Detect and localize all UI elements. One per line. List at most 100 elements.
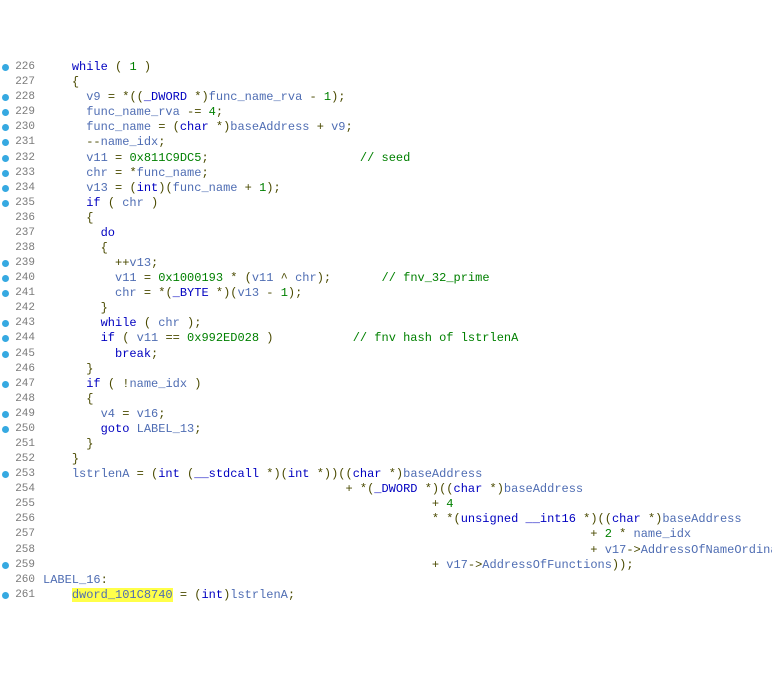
code-content[interactable]: dword_101C8740 = (int)lstrlenA; xyxy=(37,588,295,603)
code-content[interactable]: chr = *func_name; xyxy=(37,166,209,181)
breakpoint-gutter[interactable] xyxy=(0,200,11,207)
code-content[interactable]: ++v13; xyxy=(37,256,158,271)
code-content[interactable]: while ( chr ); xyxy=(37,316,201,331)
code-content[interactable]: + 4 xyxy=(37,497,453,512)
code-content[interactable]: LABEL_16: xyxy=(37,573,108,588)
breakpoint-gutter[interactable] xyxy=(0,185,11,192)
code-content[interactable]: --name_idx; xyxy=(37,135,165,150)
code-line[interactable]: 252 } xyxy=(0,452,772,467)
code-content[interactable]: v11 = 0x1000193 * (v11 ^ chr); // fnv_32… xyxy=(37,271,490,286)
code-line[interactable]: 237 do xyxy=(0,226,772,241)
code-line[interactable]: 228 v9 = *((_DWORD *)func_name_rva - 1); xyxy=(0,90,772,105)
code-line[interactable]: 256 * *(unsigned __int16 *)((char *)base… xyxy=(0,512,772,527)
code-line[interactable]: 251 } xyxy=(0,437,772,452)
code-content[interactable]: } xyxy=(37,452,79,467)
code-content[interactable]: + v17->AddressOfFunctions)); xyxy=(37,558,634,573)
code-content[interactable]: chr = *(_BYTE *)(v13 - 1); xyxy=(37,286,302,301)
code-content[interactable]: if ( !name_idx ) xyxy=(37,377,201,392)
code-content[interactable]: { xyxy=(37,241,108,256)
code-line[interactable]: 241 chr = *(_BYTE *)(v13 - 1); xyxy=(0,286,772,301)
code-content[interactable]: v13 = (int)(func_name + 1); xyxy=(37,181,281,196)
code-content[interactable]: { xyxy=(37,211,93,226)
code-content[interactable]: + *(_DWORD *)((char *)baseAddress xyxy=(37,482,583,497)
breakpoint-gutter[interactable] xyxy=(0,109,11,116)
code-line[interactable]: 229 func_name_rva -= 4; xyxy=(0,105,772,120)
code-line[interactable]: 240 v11 = 0x1000193 * (v11 ^ chr); // fn… xyxy=(0,271,772,286)
code-line[interactable]: 226 while ( 1 ) xyxy=(0,60,772,75)
code-content[interactable]: goto LABEL_13; xyxy=(37,422,201,437)
breakpoint-gutter[interactable] xyxy=(0,335,11,342)
code-line[interactable]: 242 } xyxy=(0,301,772,316)
breakpoint-gutter[interactable] xyxy=(0,351,11,358)
code-line[interactable]: 254 + *(_DWORD *)((char *)baseAddress xyxy=(0,482,772,497)
breakpoint-gutter[interactable] xyxy=(0,471,11,478)
code-content[interactable]: } xyxy=(37,362,93,377)
breakpoint-gutter[interactable] xyxy=(0,411,11,418)
breakpoint-gutter[interactable] xyxy=(0,170,11,177)
code-line[interactable]: 227 { xyxy=(0,75,772,90)
code-editor[interactable]: 226 while ( 1 )227 {228 v9 = *((_DWORD *… xyxy=(0,60,772,604)
breakpoint-gutter[interactable] xyxy=(0,562,11,569)
breakpoint-gutter[interactable] xyxy=(0,155,11,162)
code-content[interactable]: } xyxy=(37,437,93,452)
line-number: 254 xyxy=(11,482,37,497)
token: int xyxy=(288,467,310,481)
code-line[interactable]: 245 break; xyxy=(0,346,772,361)
code-content[interactable]: } xyxy=(37,301,108,316)
code-content[interactable]: { xyxy=(37,75,79,90)
code-line[interactable]: 257 + 2 * name_idx xyxy=(0,527,772,542)
code-line[interactable]: 232 v11 = 0x811C9DC5; // seed xyxy=(0,150,772,165)
token xyxy=(101,196,108,210)
code-line[interactable]: 231 --name_idx; xyxy=(0,135,772,150)
breakpoint-gutter[interactable] xyxy=(0,426,11,433)
code-content[interactable]: v4 = v16; xyxy=(37,407,165,422)
code-line[interactable]: 230 func_name = (char *)baseAddress + v9… xyxy=(0,120,772,135)
code-line[interactable]: 235 if ( chr ) xyxy=(0,196,772,211)
breakpoint-gutter[interactable] xyxy=(0,64,11,71)
code-content[interactable]: if ( chr ) xyxy=(37,196,158,211)
code-line[interactable]: 244 if ( v11 == 0x992ED028 ) // fnv hash… xyxy=(0,331,772,346)
code-content[interactable]: func_name_rva -= 4; xyxy=(37,105,223,120)
code-line[interactable]: 258 + v17->AddressOfNameOrdinals) xyxy=(0,543,772,558)
code-content[interactable]: do xyxy=(37,226,115,241)
code-line[interactable]: 259 + v17->AddressOfFunctions)); xyxy=(0,558,772,573)
token: if xyxy=(86,196,100,210)
code-content[interactable]: lstrlenA = (int (__stdcall *)(int *))((c… xyxy=(37,467,482,482)
code-content[interactable]: break; xyxy=(37,347,158,362)
code-line[interactable]: 247 if ( !name_idx ) xyxy=(0,377,772,392)
code-line[interactable]: 236 { xyxy=(0,211,772,226)
code-line[interactable]: 243 while ( chr ); xyxy=(0,316,772,331)
breakpoint-gutter[interactable] xyxy=(0,592,11,599)
code-line[interactable]: 260LABEL_16: xyxy=(0,573,772,588)
code-content[interactable]: v11 = 0x811C9DC5; // seed xyxy=(37,151,410,166)
code-line[interactable]: 239 ++v13; xyxy=(0,256,772,271)
breakpoint-gutter[interactable] xyxy=(0,320,11,327)
code-line[interactable]: 249 v4 = v16; xyxy=(0,407,772,422)
code-content[interactable]: v9 = *((_DWORD *)func_name_rva - 1); xyxy=(37,90,346,105)
code-content[interactable]: if ( v11 == 0x992ED028 ) // fnv hash of … xyxy=(37,331,518,346)
code-line[interactable]: 246 } xyxy=(0,362,772,377)
breakpoint-gutter[interactable] xyxy=(0,94,11,101)
breakpoint-gutter[interactable] xyxy=(0,381,11,388)
code-line[interactable]: 238 { xyxy=(0,241,772,256)
token xyxy=(209,120,216,134)
breakpoint-gutter[interactable] xyxy=(0,275,11,282)
code-content[interactable]: func_name = (char *)baseAddress + v9; xyxy=(37,120,353,135)
code-line[interactable]: 261 dword_101C8740 = (int)lstrlenA; xyxy=(0,588,772,603)
code-content[interactable]: while ( 1 ) xyxy=(37,60,151,75)
breakpoint-gutter[interactable] xyxy=(0,260,11,267)
breakpoint-dot-icon xyxy=(2,426,9,433)
breakpoint-gutter[interactable] xyxy=(0,290,11,297)
code-line[interactable]: 250 goto LABEL_13; xyxy=(0,422,772,437)
breakpoint-gutter[interactable] xyxy=(0,139,11,146)
code-line[interactable]: 248 { xyxy=(0,392,772,407)
code-line[interactable]: 253 lstrlenA = (int (__stdcall *)(int *)… xyxy=(0,467,772,482)
code-line[interactable]: 234 v13 = (int)(func_name + 1); xyxy=(0,181,772,196)
code-content[interactable]: { xyxy=(37,392,93,407)
code-content[interactable]: + 2 * name_idx xyxy=(37,527,691,542)
code-line[interactable]: 255 + 4 xyxy=(0,497,772,512)
breakpoint-gutter[interactable] xyxy=(0,124,11,131)
code-content[interactable]: * *(unsigned __int16 *)((char *)baseAddr… xyxy=(37,512,742,527)
code-line[interactable]: 233 chr = *func_name; xyxy=(0,166,772,181)
code-content[interactable]: + v17->AddressOfNameOrdinals) xyxy=(37,543,772,558)
